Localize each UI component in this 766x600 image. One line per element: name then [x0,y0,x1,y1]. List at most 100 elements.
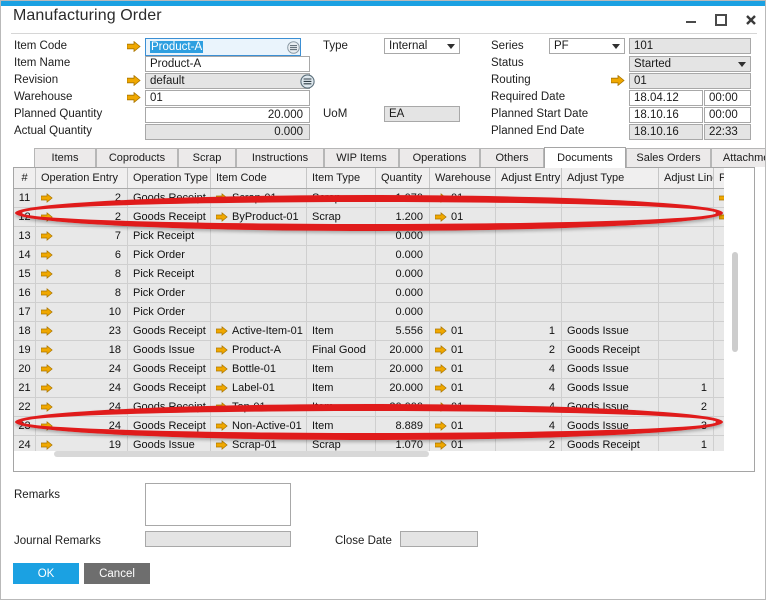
cell-quantity[interactable]: 20.000 [376,379,430,397]
cell-warehouse[interactable]: 01 [430,341,496,359]
cell-warehouse[interactable]: 01 [430,208,496,226]
cell-item-code[interactable]: Top-01 [211,398,307,416]
table-row[interactable]: 122Goods ReceiptByProduct-01Scrap1.20001 [14,208,724,227]
cell-adjust-line[interactable] [659,360,714,378]
cell-op-type[interactable]: Goods Receipt [128,360,211,378]
cell-warehouse[interactable]: 01 [430,379,496,397]
warehouse-link-arrow-icon[interactable] [435,345,447,355]
cell-op-type[interactable]: Goods Receipt [128,189,211,207]
cell-op-entry[interactable]: 2 [36,208,128,226]
item-link-arrow-icon[interactable] [216,345,228,355]
cell-num[interactable]: 11 [14,189,36,207]
row-link-arrow-icon[interactable] [41,383,53,393]
cell-adjust-line[interactable] [659,189,714,207]
link-arrow-icon-revision[interactable] [127,75,141,86]
cell-item-type[interactable] [307,284,376,302]
cell-warehouse[interactable] [430,246,496,264]
cell-adjust-line[interactable]: 1 [659,379,714,397]
table-row[interactable]: 2324Goods ReceiptNon-Active-01Item8.8890… [14,417,724,436]
row-link-arrow-icon[interactable] [41,231,53,241]
table-row[interactable]: 2124Goods ReceiptLabel-01Item20.000014Go… [14,379,724,398]
cell-op-entry[interactable]: 18 [36,341,128,359]
cell-num[interactable]: 17 [14,303,36,321]
cell-adjust-entry[interactable] [496,246,562,264]
warehouse-link-arrow-icon[interactable] [435,402,447,412]
item-code-field[interactable]: Product-A [145,38,301,56]
cell-adjust-entry[interactable] [496,303,562,321]
table-row[interactable]: 112Goods ReceiptScrap-01Scrap1.07001 [14,189,724,208]
cell-adjust-line[interactable]: 2 [659,398,714,416]
cell-quantity[interactable]: 20.000 [376,341,430,359]
cell-op-type[interactable]: Goods Receipt [128,379,211,397]
column-header-adjust-line[interactable]: Adjust Line [659,168,714,188]
cell-adjust-type[interactable]: Goods Receipt [562,436,659,451]
pick-link-arrow-icon[interactable] [719,193,724,203]
cell-adjust-entry[interactable] [496,208,562,226]
cell-adjust-line[interactable] [659,265,714,283]
cell-adjust-entry[interactable] [496,227,562,245]
grid-vertical-scroll-thumb[interactable] [732,252,738,352]
cell-pick[interactable] [714,227,724,245]
cell-quantity[interactable]: 0.000 [376,246,430,264]
row-link-arrow-icon[interactable] [41,345,53,355]
cell-quantity[interactable]: 0.000 [376,265,430,283]
cell-num[interactable]: 20 [14,360,36,378]
cell-op-type[interactable]: Goods Receipt [128,208,211,226]
required-time-field[interactable]: 00:00 [704,90,751,106]
cell-item-type[interactable]: Scrap [307,189,376,207]
cell-adjust-type[interactable] [562,265,659,283]
tab-wip-items[interactable]: WIP Items [324,148,399,167]
cell-item-code[interactable] [211,284,307,302]
cell-item-type[interactable]: Final Good [307,341,376,359]
pick-link-arrow-icon[interactable] [719,212,724,222]
minimize-button[interactable] [683,12,699,28]
row-link-arrow-icon[interactable] [41,269,53,279]
cell-quantity[interactable]: 0.000 [376,227,430,245]
cell-op-type[interactable]: Pick Receipt [128,265,211,283]
row-link-arrow-icon[interactable] [41,326,53,336]
cell-num[interactable]: 21 [14,379,36,397]
tab-attachments[interactable]: Attachments [711,148,766,167]
item-link-arrow-icon[interactable] [216,212,228,222]
cell-op-type[interactable]: Goods Issue [128,341,211,359]
cell-item-type[interactable]: Item [307,398,376,416]
column-header-item-type[interactable]: Item Type [307,168,376,188]
cell-pick[interactable] [714,284,724,302]
cell-adjust-entry[interactable]: 1 [496,322,562,340]
cell-warehouse[interactable] [430,284,496,302]
cell-num[interactable]: 13 [14,227,36,245]
column-header-op-entry[interactable]: Operation Entry [36,168,128,188]
warehouse-field[interactable]: 01 [145,90,310,106]
row-link-arrow-icon[interactable] [41,421,53,431]
cell-num[interactable]: 16 [14,284,36,302]
cell-pick[interactable] [714,436,724,451]
planned-start-date-field[interactable]: 18.10.16 [629,107,703,123]
tab-others[interactable]: Others [480,148,544,167]
cell-adjust-entry[interactable]: 2 [496,341,562,359]
cell-op-entry[interactable]: 7 [36,227,128,245]
tab-documents[interactable]: Documents [544,147,626,168]
tab-items[interactable]: Items [34,148,96,167]
link-arrow-icon-warehouse[interactable] [127,92,141,103]
cell-warehouse[interactable]: 01 [430,398,496,416]
item-link-arrow-icon[interactable] [216,421,228,431]
cell-item-code[interactable]: Bottle-01 [211,360,307,378]
cell-adjust-type[interactable] [562,227,659,245]
cell-adjust-line[interactable]: 3 [659,417,714,435]
column-header-adjust-type[interactable]: Adjust Type [562,168,659,188]
table-row[interactable]: 1823Goods ReceiptActive-Item-01Item5.556… [14,322,724,341]
cell-item-code[interactable] [211,246,307,264]
cell-op-entry[interactable]: 24 [36,417,128,435]
cell-pick[interactable] [714,360,724,378]
row-link-arrow-icon[interactable] [41,440,53,450]
cell-op-type[interactable]: Goods Issue [128,436,211,451]
cell-adjust-type[interactable]: Goods Issue [562,379,659,397]
cell-op-type[interactable]: Goods Receipt [128,417,211,435]
warehouse-link-arrow-icon[interactable] [435,421,447,431]
cell-item-code[interactable] [211,303,307,321]
cell-adjust-entry[interactable]: 2 [496,436,562,451]
warehouse-link-arrow-icon[interactable] [435,326,447,336]
warehouse-link-arrow-icon[interactable] [435,193,447,203]
cell-item-type[interactable] [307,265,376,283]
cell-adjust-entry[interactable]: 4 [496,398,562,416]
